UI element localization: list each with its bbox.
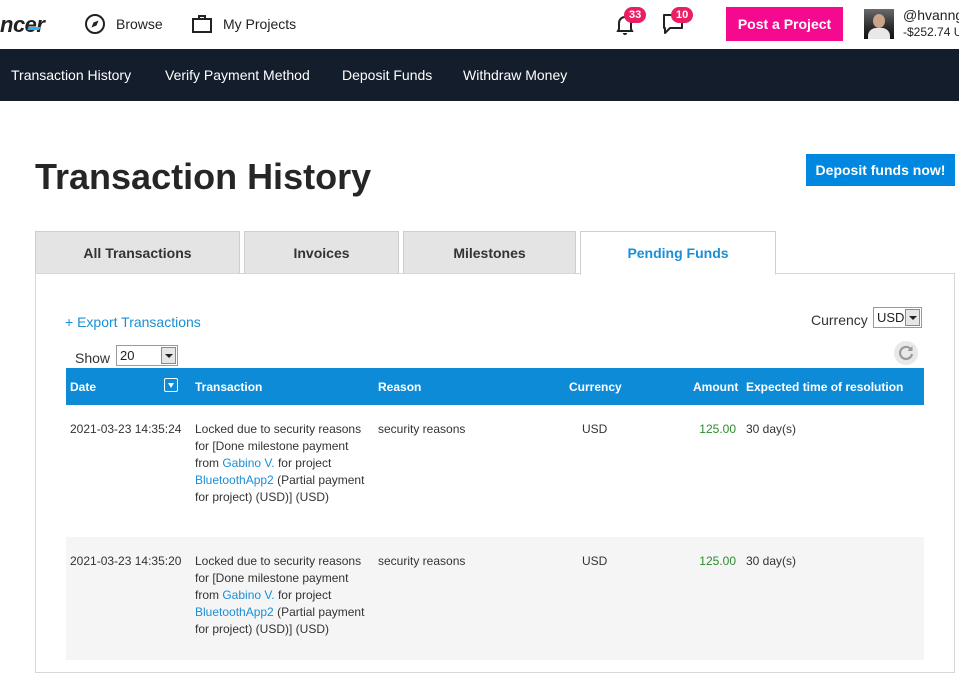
tab-milestones[interactable]: Milestones <box>403 231 576 274</box>
user-link[interactable]: Gabino V. <box>222 456 274 470</box>
my-projects-label: My Projects <box>223 16 297 32</box>
row-amount: 125.00 <box>699 422 736 436</box>
subnav-verify-payment-method[interactable]: Verify Payment Method <box>165 67 310 83</box>
project-link[interactable]: BluetoothApp2 <box>195 605 274 619</box>
tab-all-transactions[interactable]: All Transactions <box>35 231 240 274</box>
table-row: 2021-03-23 14:35:20 Locked due to securi… <box>66 537 924 660</box>
tab-invoices[interactable]: Invoices <box>244 231 399 274</box>
row-currency: USD <box>582 422 608 436</box>
show-label: Show <box>75 350 111 366</box>
post-project-button[interactable]: Post a Project <box>726 7 843 41</box>
browse-label: Browse <box>116 16 163 32</box>
transaction-text: for project <box>274 588 332 602</box>
row-date: 2021-03-23 14:35:24 <box>70 422 182 436</box>
messages-badge: 10 <box>671 7 694 23</box>
column-transaction: Transaction <box>195 380 263 394</box>
row-currency: USD <box>582 554 608 568</box>
messages-button[interactable]: 10 <box>661 7 694 38</box>
row-transaction: Locked due to security reasons for [Done… <box>195 553 365 638</box>
column-currency: Currency <box>569 380 622 394</box>
sort-descending-icon[interactable] <box>164 378 178 392</box>
table-row: 2021-03-23 14:35:24 Locked due to securi… <box>66 405 924 537</box>
transaction-text: for project <box>274 456 332 470</box>
currency-label: Currency <box>811 312 868 328</box>
briefcase-icon <box>192 15 212 33</box>
row-expected-resolution: 30 day(s) <box>746 422 797 436</box>
page-size-value: 20 <box>120 348 135 363</box>
column-expected-resolution: Expected time of resolution <box>746 380 904 394</box>
column-amount: Amount <box>693 380 739 394</box>
tab-pending-funds[interactable]: Pending Funds <box>580 231 776 275</box>
compass-icon <box>85 14 105 34</box>
page-size-select[interactable]: 20 <box>116 345 178 366</box>
chevron-down-icon <box>161 347 176 364</box>
currency-select-value: USD <box>877 310 905 325</box>
top-bar: ncer Browse My Projects 33 10 Post a Pro… <box>0 0 959 49</box>
column-reason: Reason <box>378 380 422 394</box>
project-link[interactable]: BluetoothApp2 <box>195 473 274 487</box>
logo-accent <box>27 27 41 30</box>
currency-select[interactable]: USD <box>873 307 922 328</box>
avatar[interactable] <box>864 9 894 39</box>
my-projects-link[interactable]: My Projects <box>191 13 296 35</box>
row-date: 2021-03-23 14:35:20 <box>70 554 182 568</box>
row-amount: 125.00 <box>699 554 736 568</box>
account-balance: -$252.74 U <box>903 25 959 39</box>
subnav-withdraw-money[interactable]: Withdraw Money <box>463 67 567 83</box>
refresh-icon <box>899 345 914 361</box>
logo[interactable]: ncer <box>0 12 45 38</box>
row-transaction: Locked due to security reasons for [Done… <box>195 421 365 506</box>
deposit-funds-button[interactable]: Deposit funds now! <box>806 154 955 186</box>
notifications-badge: 33 <box>624 7 647 23</box>
subnav-transaction-history[interactable]: Transaction History <box>11 67 131 83</box>
notifications-button[interactable]: 33 <box>613 7 647 38</box>
username[interactable]: @hvanng <box>903 7 959 23</box>
row-reason: security reasons <box>378 554 466 568</box>
table-header: Date Transaction Reason Currency Amount … <box>66 368 924 405</box>
refresh-button[interactable] <box>894 341 918 365</box>
subnav-deposit-funds[interactable]: Deposit Funds <box>342 67 432 83</box>
chevron-down-icon <box>905 309 920 326</box>
page-title: Transaction History <box>35 156 372 197</box>
export-transactions-link[interactable]: + Export Transactions <box>65 314 201 330</box>
browse-link[interactable]: Browse <box>84 13 163 35</box>
column-date[interactable]: Date <box>70 380 96 394</box>
sub-navigation: Transaction History Verify Payment Metho… <box>0 49 959 101</box>
row-expected-resolution: 30 day(s) <box>746 554 797 568</box>
row-reason: security reasons <box>378 422 466 436</box>
user-link[interactable]: Gabino V. <box>222 588 274 602</box>
